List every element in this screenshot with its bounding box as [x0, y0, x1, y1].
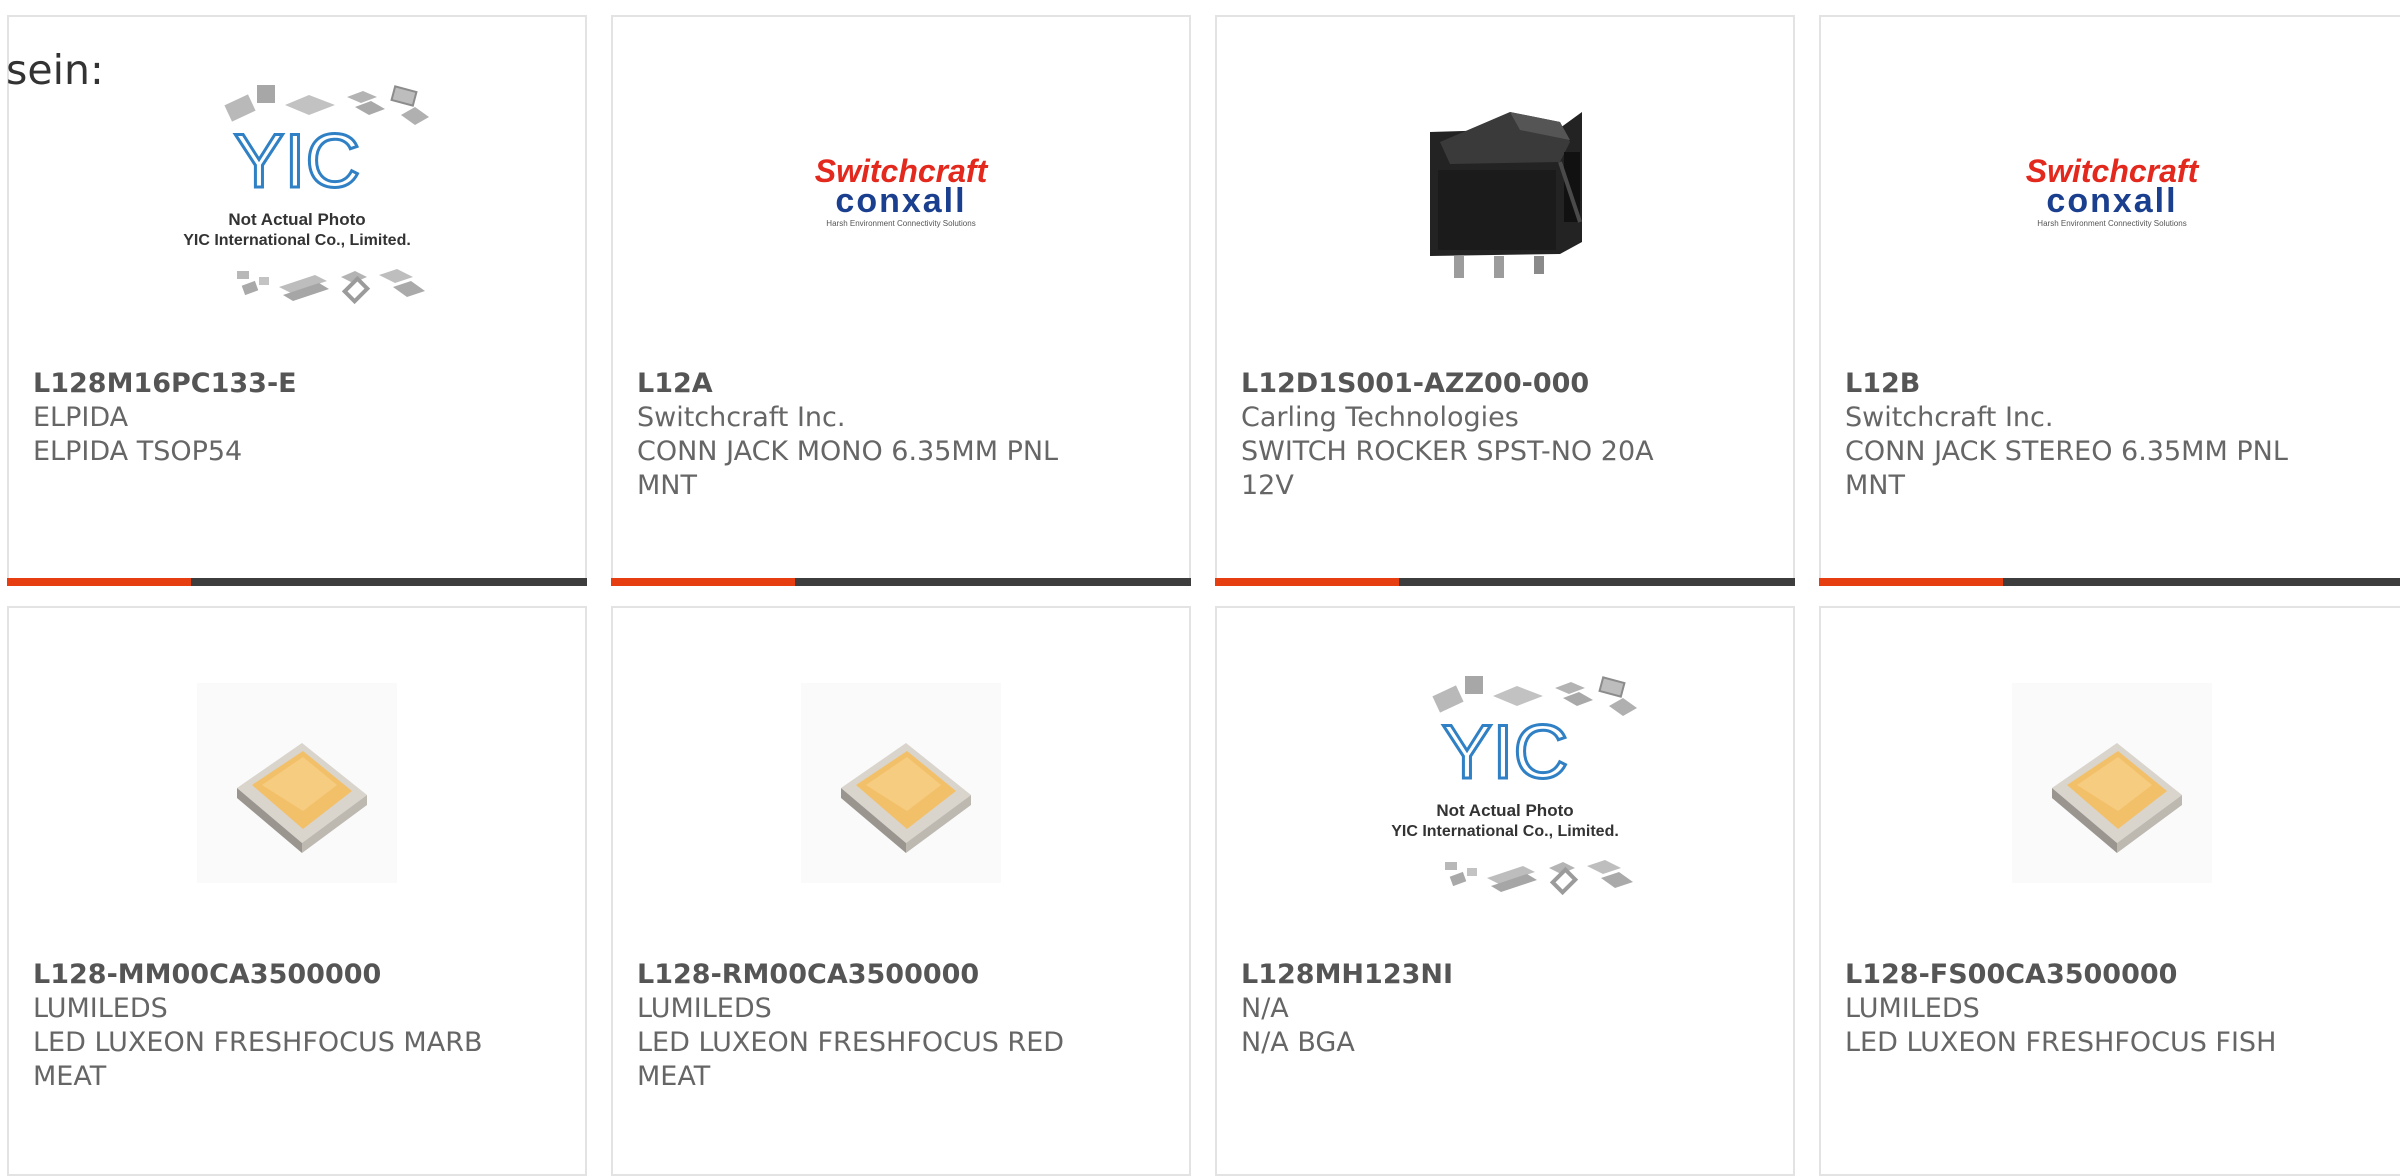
- part-number[interactable]: L12A: [637, 367, 1165, 401]
- description: LED LUXEON FRESHFOCUS MARB: [33, 1027, 483, 1058]
- led-chip-photo: [197, 683, 397, 883]
- manufacturer: LUMILEDS: [33, 993, 168, 1024]
- part-number[interactable]: L128M16PC133-E: [33, 367, 561, 401]
- yic-placeholder-icon: YIC Not Actual Photo YIC International C…: [1391, 675, 1638, 895]
- description-cont: MNT: [637, 470, 697, 501]
- part-number[interactable]: L128-RM00CA3500000: [637, 958, 1165, 992]
- description: N/A BGA: [1241, 1027, 1355, 1058]
- product-card[interactable]: L12D1S001-AZZ00-000 Carling Technologies…: [1215, 15, 1795, 586]
- product-card[interactable]: YIC Not Actual Photo YIC International C…: [7, 15, 587, 586]
- svg-text:YIC: YIC: [234, 119, 361, 204]
- product-card[interactable]: L128-RM00CA3500000 LUMILEDS LED LUXEON F…: [611, 606, 1191, 1176]
- part-number[interactable]: L128MH123NI: [1241, 958, 1769, 992]
- manufacturer: LUMILEDS: [637, 993, 772, 1024]
- manufacturer: ELPIDA: [33, 402, 129, 433]
- product-image[interactable]: [1217, 17, 1793, 367]
- svg-text:conxall: conxall: [2046, 182, 2177, 220]
- description: CONN JACK MONO 6.35MM PNL: [637, 436, 1059, 467]
- description: CONN JACK STEREO 6.35MM PNL: [1845, 436, 2288, 467]
- part-number[interactable]: L12D1S001-AZZ00-000: [1241, 367, 1769, 401]
- part-number[interactable]: L12B: [1845, 367, 2378, 401]
- svg-text:YIC: YIC: [1442, 710, 1569, 795]
- product-image[interactable]: [1821, 608, 2400, 958]
- description-cont: 12V: [1241, 470, 1294, 501]
- description-cont: MEAT: [637, 1061, 711, 1092]
- product-card[interactable]: L128-FS00CA3500000 LUMILEDS LED LUXEON F…: [1819, 606, 2400, 1176]
- card-bottom-bar: [1819, 578, 2400, 586]
- svg-text:conxall: conxall: [835, 182, 966, 220]
- product-image[interactable]: Switchcraft conxall Harsh Environment Co…: [1821, 17, 2400, 367]
- description: ELPIDA TSOP54: [33, 436, 243, 467]
- switchcraft-conxall-logo: Switchcraft conxall Harsh Environment Co…: [2025, 153, 2199, 228]
- card-bottom-bar: [7, 578, 587, 586]
- description: LED LUXEON FRESHFOCUS RED: [637, 1027, 1065, 1058]
- product-card[interactable]: Switchcraft conxall Harsh Environment Co…: [611, 15, 1191, 586]
- part-number[interactable]: L128-MM00CA3500000: [33, 958, 561, 992]
- svg-text:Not Actual Photo: Not Actual Photo: [228, 210, 365, 229]
- card-accent: [7, 578, 191, 586]
- card-bottom-bar: [611, 578, 1191, 586]
- manufacturer: Switchcraft Inc.: [637, 402, 846, 433]
- svg-text:Harsh Environment Connectivity: Harsh Environment Connectivity Solutions: [826, 219, 975, 228]
- svg-text:Not Actual Photo: Not Actual Photo: [1436, 801, 1573, 820]
- manufacturer: Carling Technologies: [1241, 402, 1519, 433]
- rocker-switch-photo: [1430, 112, 1582, 278]
- product-card[interactable]: Switchcraft conxall Harsh Environment Co…: [1819, 15, 2400, 586]
- card-accent: [1215, 578, 1399, 586]
- product-card[interactable]: L128-MM00CA3500000 LUMILEDS LED LUXEON F…: [7, 606, 587, 1176]
- product-image[interactable]: [9, 608, 585, 958]
- description: LED LUXEON FRESHFOCUS FISH: [1845, 1027, 2277, 1058]
- card-accent: [611, 578, 795, 586]
- svg-text:YIC International Co., Limited: YIC International Co., Limited.: [1391, 823, 1619, 840]
- manufacturer: N/A: [1241, 993, 1289, 1024]
- description-cont: MNT: [1845, 470, 1905, 501]
- intro-text: sein:: [6, 46, 104, 94]
- description: SWITCH ROCKER SPST-NO 20A: [1241, 436, 1654, 467]
- manufacturer: Switchcraft Inc.: [1845, 402, 2054, 433]
- yic-placeholder-icon: YIC Not Actual Photo YIC International C…: [183, 84, 430, 304]
- svg-text:YIC International Co., Limited: YIC International Co., Limited.: [183, 232, 411, 249]
- product-image[interactable]: Switchcraft conxall Harsh Environment Co…: [613, 17, 1189, 367]
- product-image[interactable]: [613, 608, 1189, 958]
- part-number[interactable]: L128-FS00CA3500000: [1845, 958, 2378, 992]
- led-chip-photo: [801, 683, 1001, 883]
- product-image[interactable]: YIC Not Actual Photo YIC International C…: [1217, 608, 1793, 958]
- card-bottom-bar: [1215, 578, 1795, 586]
- product-card[interactable]: YIC Not Actual Photo YIC International C…: [1215, 606, 1795, 1176]
- led-chip-photo: [2011, 683, 2212, 883]
- switchcraft-conxall-logo: Switchcraft conxall Harsh Environment Co…: [815, 153, 989, 228]
- svg-text:Harsh Environment Connectivity: Harsh Environment Connectivity Solutions: [2037, 219, 2186, 228]
- manufacturer: LUMILEDS: [1845, 993, 1980, 1024]
- card-accent: [1819, 578, 2003, 586]
- description-cont: MEAT: [33, 1061, 107, 1092]
